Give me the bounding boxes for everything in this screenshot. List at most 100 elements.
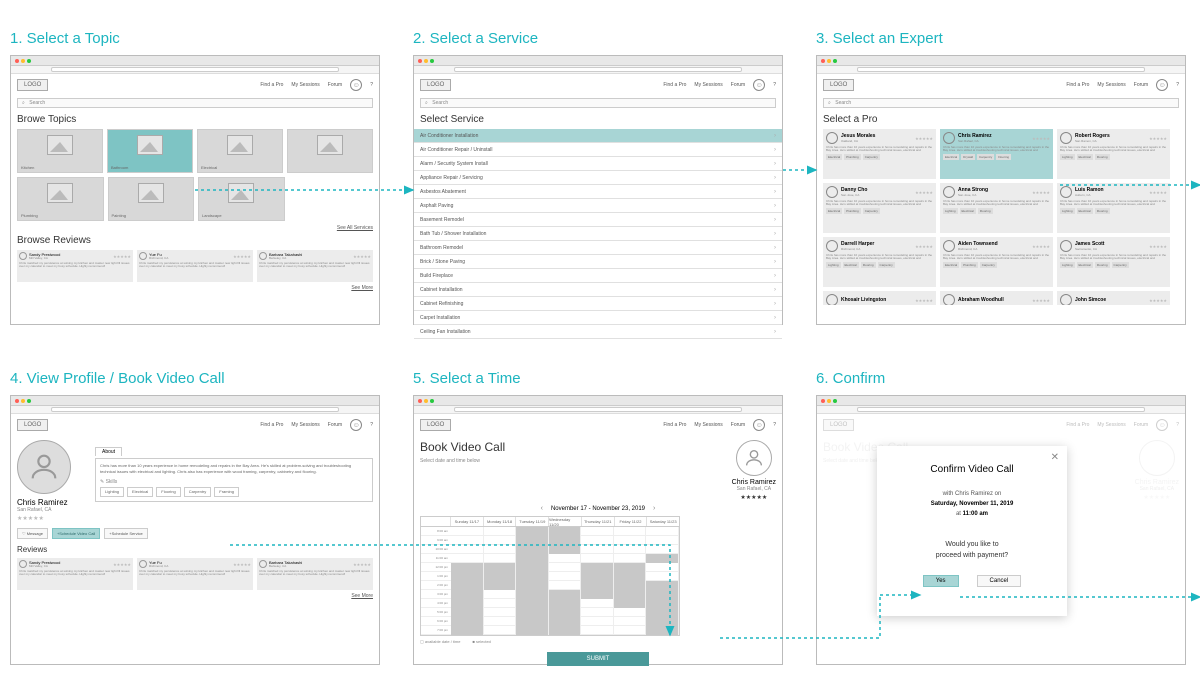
- expert-card[interactable]: Aiden TownsendRichmond, CA★★★★★Chris has…: [940, 237, 1053, 287]
- nav-sessions[interactable]: My Sessions: [291, 82, 319, 88]
- expert-card[interactable]: Anna StrongSan Jose, CA★★★★★Chris has mo…: [940, 183, 1053, 233]
- search-input[interactable]: ⌕ Search: [823, 98, 1179, 108]
- search-input[interactable]: ⌕ Search: [420, 98, 776, 108]
- topic-blank[interactable]: [287, 129, 373, 173]
- service-row[interactable]: Basement Remodel›: [414, 213, 782, 227]
- expert-card[interactable]: Darrell HarperRichmond, CA★★★★★Chris has…: [823, 237, 936, 287]
- service-row[interactable]: Air Conditioner Repair / Uninstall›: [414, 143, 782, 157]
- browser-6: LOGO Find a ProMy SessionsForum☺? Book V…: [816, 395, 1186, 665]
- cancel-button[interactable]: Cancel: [977, 575, 1022, 587]
- calendar-grid[interactable]: Sunday 11/17Monday 11/18Tuesday 11/19Wed…: [420, 516, 680, 636]
- time-label: 8:00 am: [421, 527, 451, 536]
- logo[interactable]: LOGO: [420, 79, 451, 91]
- service-row[interactable]: Asphalt Paving›: [414, 199, 782, 213]
- see-more-link[interactable]: See More: [17, 285, 373, 291]
- expert-card[interactable]: Khosair Livingston★★★★★: [823, 291, 936, 305]
- service-row[interactable]: Bathroom Remodel›: [414, 241, 782, 255]
- review-card[interactable]: Yue FuRichmond, CA★★★★★Chris matched my …: [137, 558, 253, 590]
- chevron-right-icon: ›: [774, 287, 776, 293]
- next-week-button[interactable]: ›: [653, 505, 655, 512]
- service-row[interactable]: Alarm / Security System Install›: [414, 157, 782, 171]
- day-column[interactable]: [549, 527, 582, 635]
- topic-kitchen[interactable]: Kitchen: [17, 129, 103, 173]
- review-card[interactable]: Sandy PrestwoodMill Valley, CA★★★★★Chris…: [17, 250, 133, 282]
- see-all-services-link[interactable]: See All Services: [17, 225, 373, 231]
- submit-button[interactable]: SUBMIT: [547, 652, 650, 666]
- time-label: 6:00 pm: [421, 617, 451, 626]
- help-icon[interactable]: ?: [773, 82, 776, 88]
- avatar-icon: [19, 560, 27, 568]
- topic-electrical[interactable]: Electrical: [197, 129, 283, 173]
- avatar-icon: [1060, 132, 1072, 144]
- nav-find-pro[interactable]: Find a Pro: [260, 82, 283, 88]
- service-row[interactable]: Cabinet Installation›: [414, 283, 782, 297]
- service-row[interactable]: Brick / Stone Paving›: [414, 255, 782, 269]
- expert-card[interactable]: Robert RogersSan Ramon, CA★★★★★Chris has…: [1057, 129, 1170, 179]
- avatar-icon: [1060, 240, 1072, 252]
- expert-card[interactable]: James ScottSacramento, CA★★★★★Chris has …: [1057, 237, 1170, 287]
- day-column[interactable]: [646, 527, 679, 635]
- user-icon[interactable]: ☺: [350, 419, 362, 431]
- service-row[interactable]: Asbestos Abatement›: [414, 185, 782, 199]
- chevron-right-icon: ›: [774, 161, 776, 167]
- user-icon[interactable]: ☺: [753, 419, 765, 431]
- expert-card[interactable]: John Simcoe★★★★★: [1057, 291, 1170, 305]
- logo[interactable]: LOGO: [420, 419, 451, 431]
- avatar-icon: [139, 560, 147, 568]
- topic-plumbing[interactable]: Plumbing: [17, 177, 104, 221]
- help-icon[interactable]: ?: [370, 422, 373, 428]
- search-input[interactable]: ⌕ Search: [17, 98, 373, 108]
- day-column[interactable]: [614, 527, 647, 635]
- service-row[interactable]: Bath Tub / Shower Installation›: [414, 227, 782, 241]
- profile-reviews-heading: Reviews: [17, 545, 373, 554]
- help-icon[interactable]: ?: [1176, 82, 1179, 88]
- yes-button[interactable]: Yes: [923, 575, 959, 587]
- day-header: Wednesday 11/20: [549, 517, 582, 526]
- expert-card[interactable]: Chris RamirezSan Rafael, CA★★★★★Chris ha…: [940, 129, 1053, 179]
- service-row[interactable]: Appliance Repair / Servicing›: [414, 171, 782, 185]
- avatar-icon: [19, 252, 27, 260]
- schedule-service-button[interactable]: +Schedule Service: [104, 528, 147, 539]
- chevron-right-icon: ›: [774, 301, 776, 307]
- user-icon[interactable]: ☺: [350, 79, 362, 91]
- message-button[interactable]: ♡ Message: [17, 528, 48, 539]
- expert-card[interactable]: Abraham Woodhull★★★★★: [940, 291, 1053, 305]
- service-row[interactable]: Cabinet Refinishing›: [414, 297, 782, 311]
- topic-bathroom[interactable]: Bathroom: [107, 129, 193, 173]
- about-tab[interactable]: About: [95, 447, 122, 456]
- expert-card[interactable]: Luis RamonAuburn, CA★★★★★Chris has more …: [1057, 183, 1170, 233]
- day-header: Friday 11/22: [615, 517, 648, 526]
- service-row[interactable]: Air Conditioner Installation›: [414, 129, 782, 143]
- date-range: November 17 - November 23, 2019: [551, 506, 645, 512]
- expert-card[interactable]: Jesus MoralesOakland, CA★★★★★Chris has m…: [823, 129, 936, 179]
- schedule-video-button[interactable]: +Schedule Video Call: [52, 528, 100, 539]
- review-card[interactable]: Barbara TakahashiBerkeley, CA★★★★★Chris …: [257, 250, 373, 282]
- chevron-right-icon: ›: [774, 175, 776, 181]
- prev-week-button[interactable]: ‹: [541, 505, 543, 512]
- topic-landscape[interactable]: Landscape: [198, 177, 285, 221]
- service-row[interactable]: Carpet Installation›: [414, 311, 782, 325]
- logo[interactable]: LOGO: [17, 419, 48, 431]
- day-column[interactable]: [484, 527, 517, 635]
- topic-painting[interactable]: Painting: [108, 177, 195, 221]
- review-card[interactable]: Barbara TakahashiBerkeley, CA★★★★★Chris …: [257, 558, 373, 590]
- logo[interactable]: LOGO: [823, 79, 854, 91]
- review-card[interactable]: Sandy PrestwoodMill Valley, CA★★★★★Chris…: [17, 558, 133, 590]
- chevron-right-icon: ›: [774, 203, 776, 209]
- help-icon[interactable]: ?: [370, 82, 373, 88]
- day-column[interactable]: [581, 527, 614, 635]
- day-column[interactable]: [516, 527, 549, 635]
- service-row[interactable]: Ceiling Fan Installation›: [414, 325, 782, 339]
- avatar-icon: [943, 132, 955, 144]
- help-icon[interactable]: ?: [773, 422, 776, 428]
- logo[interactable]: LOGO: [17, 79, 48, 91]
- see-more-link[interactable]: See More: [17, 593, 373, 599]
- user-icon[interactable]: ☺: [1156, 79, 1168, 91]
- review-card[interactable]: Yue FuRichmond, CA★★★★★Chris matched my …: [137, 250, 253, 282]
- expert-card[interactable]: Danny ChoSan Jose, CA★★★★★Chris has more…: [823, 183, 936, 233]
- close-icon[interactable]: ✕: [1051, 452, 1059, 463]
- day-column[interactable]: [451, 527, 484, 635]
- user-icon[interactable]: ☺: [753, 79, 765, 91]
- service-row[interactable]: Build Fireplace›: [414, 269, 782, 283]
- nav-forum[interactable]: Forum: [328, 82, 342, 88]
